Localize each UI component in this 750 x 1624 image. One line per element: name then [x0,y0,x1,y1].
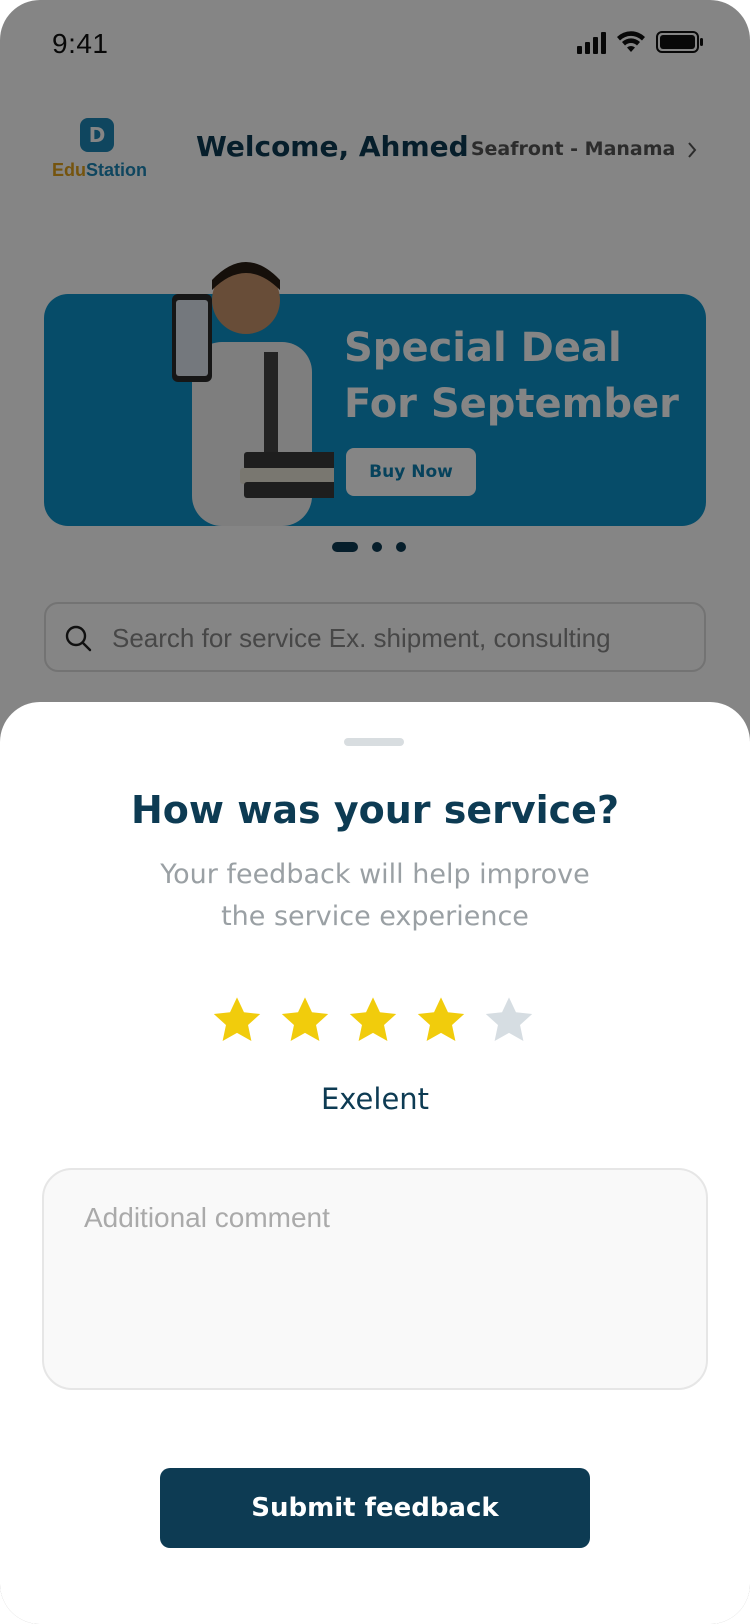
feedback-subtitle: Your feedback will help improve the serv… [160,859,590,932]
comment-box[interactable] [42,1168,708,1390]
rating-label: Exelent [320,1082,430,1116]
feedback-title: How was your service? [130,788,619,832]
submit-feedback-button[interactable]: Submit feedback [160,1468,590,1548]
star-icon[interactable] [346,994,400,1048]
comment-field[interactable] [82,1200,676,1364]
star-rating[interactable] [210,994,536,1048]
feedback-sheet: How was your service? Your feedback will… [0,702,750,1624]
star-icon[interactable] [482,994,536,1048]
star-icon[interactable] [278,994,332,1048]
star-icon[interactable] [414,994,468,1048]
app-screen: 9:41 D EduStation Welcome, Ahmed Seafron… [0,0,750,1624]
star-icon[interactable] [210,994,264,1048]
sheet-drag-handle[interactable] [344,738,404,746]
